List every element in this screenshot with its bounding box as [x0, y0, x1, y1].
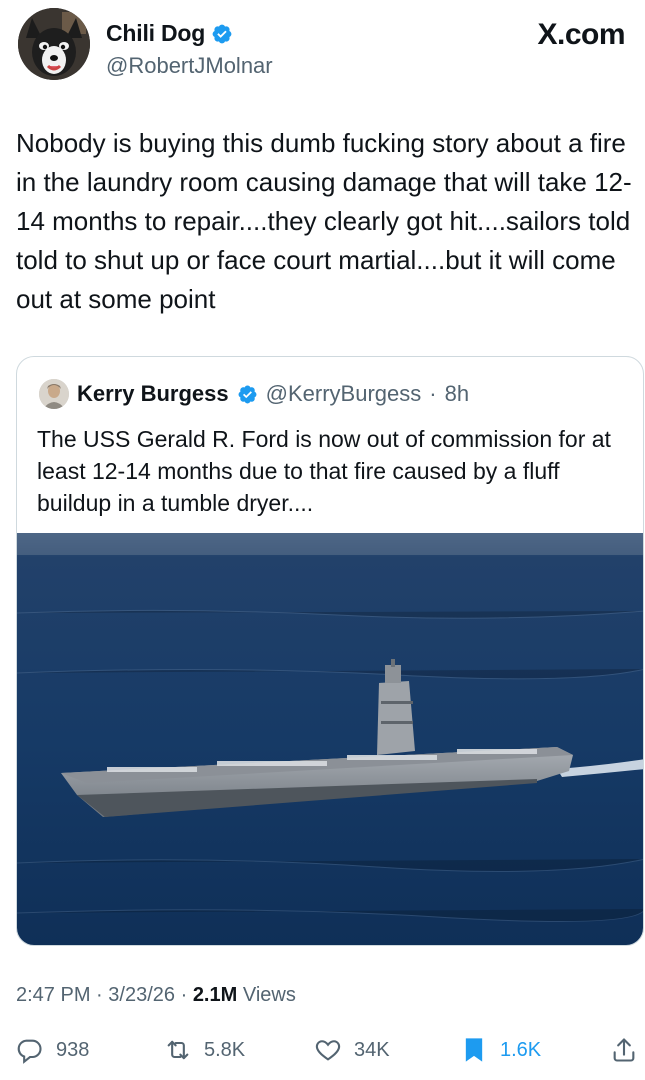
author-name[interactable]: Chili Dog: [106, 20, 205, 47]
views-label: Views: [242, 984, 296, 1006]
person-avatar-icon: [39, 379, 69, 409]
reply-count: 938: [56, 1038, 90, 1061]
bookmark-count: 1.6K: [500, 1038, 542, 1061]
brand-watermark: X.com: [537, 18, 625, 51]
author-info: Chili Dog @RobertJMolnar: [106, 20, 273, 79]
author-avatar[interactable]: [18, 8, 90, 80]
separator-dot: ·: [96, 984, 103, 1006]
tweet-text: Nobody is buying this dumb fucking story…: [16, 128, 632, 314]
tweet-header: Chili Dog @RobertJMolnar X.com: [18, 8, 629, 88]
aircraft-carrier-photo[interactable]: [17, 533, 644, 946]
repost-button[interactable]: 5.8K: [164, 1036, 245, 1064]
share-button[interactable]: [610, 1036, 638, 1064]
reply-button[interactable]: 938: [16, 1036, 89, 1064]
verified-badge-icon: [212, 24, 232, 43]
author-handle[interactable]: @RobertJMolnar: [106, 53, 273, 79]
like-button[interactable]: 34K: [314, 1036, 390, 1064]
quoted-header: Kerry Burgess @KerryBurgess · 8h: [39, 379, 469, 409]
share-icon: [613, 1038, 635, 1062]
separator-dot: ·: [429, 381, 437, 406]
like-count: 34K: [354, 1038, 390, 1061]
views-count: 2.1M: [192, 984, 238, 1006]
quoted-author-name[interactable]: Kerry Burgess: [77, 381, 229, 407]
tweet-meta: 2:47 PM · 3/23/26 · 2.1M Views: [16, 984, 296, 1007]
quoted-author-handle[interactable]: @KerryBurgess: [266, 381, 422, 407]
quoted-text: The USS Gerald R. Ford is now out of com…: [37, 426, 611, 516]
post-time[interactable]: 2:47 PM: [16, 984, 90, 1006]
post-date[interactable]: 3/23/26: [108, 984, 175, 1006]
bookmark-button[interactable]: 1.6K: [460, 1036, 541, 1064]
bookmark-filled-icon: [465, 1038, 483, 1062]
dog-avatar-icon: [18, 8, 90, 80]
repost-icon: [167, 1040, 189, 1060]
action-bar: 938 5.8K 34K 1.6K: [16, 1036, 640, 1076]
quoted-author-avatar[interactable]: [39, 379, 69, 409]
reply-icon: [17, 1039, 42, 1064]
separator-dot: ·: [180, 984, 188, 1006]
quoted-timestamp[interactable]: 8h: [445, 381, 469, 407]
repost-count: 5.8K: [204, 1038, 246, 1061]
heart-icon: [315, 1040, 341, 1061]
verified-badge-icon: [238, 385, 257, 403]
quoted-tweet[interactable]: Kerry Burgess @KerryBurgess · 8h The USS…: [16, 356, 644, 946]
